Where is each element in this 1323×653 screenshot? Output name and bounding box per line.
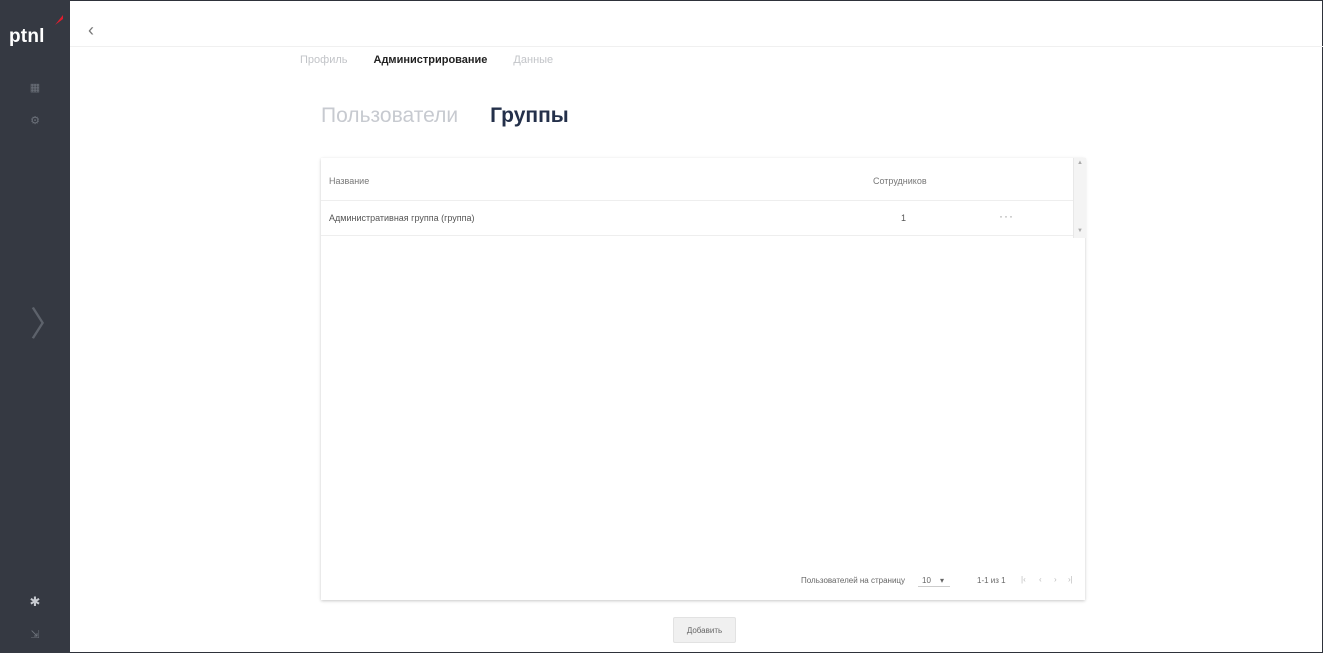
add-group-button[interactable]: Добавить (673, 617, 736, 643)
scroll-up-icon[interactable]: ▲ (1077, 160, 1083, 166)
rows-per-page-value: 10 (922, 576, 931, 585)
table-row[interactable]: Административная группа (группа) 1 ··· (321, 201, 1073, 236)
gear-icon[interactable]: ✱ (25, 592, 45, 612)
last-page-icon[interactable]: ›| (1068, 575, 1073, 584)
tab-profile[interactable]: Профиль (300, 54, 348, 66)
settings-icon[interactable]: ⚙ (25, 110, 45, 130)
groups-table-card: Название Сотрудников Административная гр… (321, 158, 1086, 600)
column-header-employees[interactable]: Сотрудников (873, 176, 927, 186)
logo: ptnl (9, 26, 45, 47)
sidebar: ptnl ▦ ⚙ 〉 ✱ ⇲ (0, 0, 70, 653)
group-name: Административная группа (группа) (329, 213, 475, 223)
table-header: Название Сотрудников (321, 158, 1073, 201)
logout-icon[interactable]: ⇲ (25, 624, 45, 644)
logo-mark-icon (55, 15, 63, 25)
tab-administration[interactable]: Администрирование (374, 54, 488, 66)
column-header-name[interactable]: Название (329, 176, 369, 186)
subtab-users[interactable]: Пользователи (321, 104, 458, 128)
subtab-groups[interactable]: Группы (490, 104, 569, 128)
chevron-down-icon: ▾ (940, 576, 945, 585)
prev-page-icon[interactable]: ‹ (1039, 575, 1042, 584)
collapse-chevron-icon[interactable]: ‹ (88, 20, 104, 40)
pagination-range: 1-1 из 1 (977, 576, 1006, 585)
sidebar-expand-icon[interactable]: 〉 (30, 300, 64, 350)
scroll-down-icon[interactable]: ▼ (1077, 228, 1083, 234)
top-tabs: Профиль Администрирование Данные (300, 54, 553, 66)
rows-per-page-label: Пользователей на страницу (801, 576, 906, 585)
sub-tabs: Пользователи Группы (321, 104, 569, 128)
more-options-icon[interactable]: ··· (999, 209, 1014, 223)
next-page-icon[interactable]: › (1054, 575, 1057, 584)
header-divider (70, 46, 1323, 47)
tab-data[interactable]: Данные (513, 54, 553, 66)
first-page-icon[interactable]: |‹ (1021, 575, 1026, 584)
table-scrollbar[interactable]: ▲ ▼ (1073, 158, 1086, 238)
grid-icon[interactable]: ▦ (25, 77, 45, 97)
pagination: Пользователей на страницу 10 ▾ 1-1 из 1 … (321, 572, 1085, 590)
group-employee-count: 1 (901, 213, 907, 223)
rows-per-page-select[interactable]: 10 ▾ (918, 574, 950, 587)
